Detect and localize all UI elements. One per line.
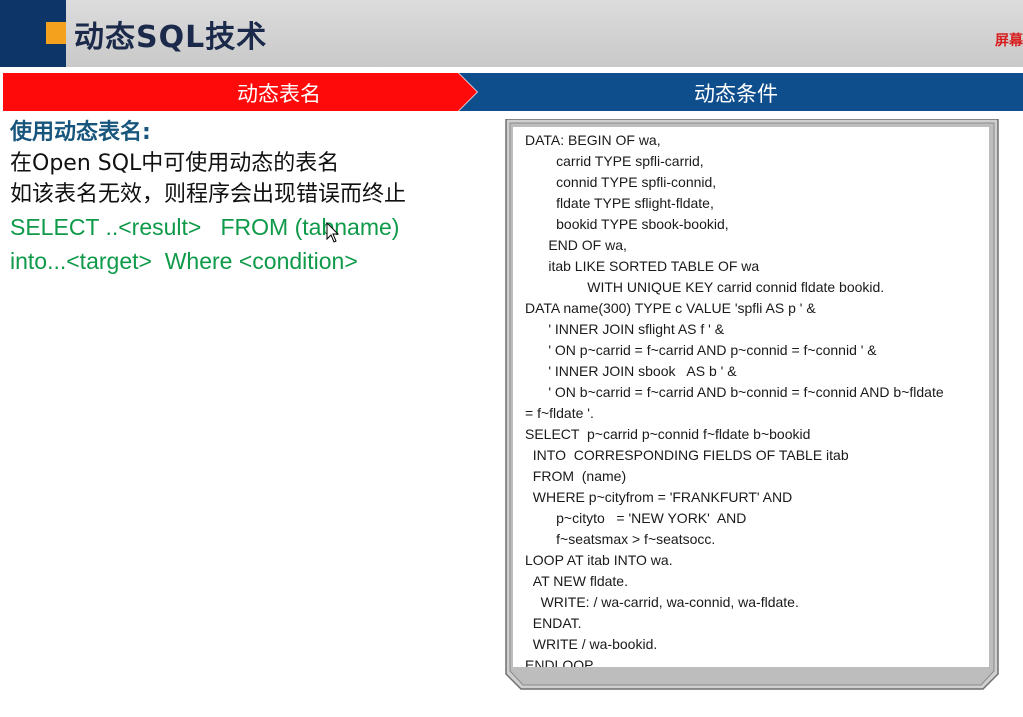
page-title: 动态SQL技术	[74, 20, 268, 55]
syntax-line: SELECT ..<result> FROM (tabname)	[10, 214, 400, 240]
code-window[interactable]: DATA: BEGIN OF wa, carrid TYPE spfli-car…	[513, 127, 989, 667]
code-line: bookid TYPE sbook-bookid,	[525, 216, 729, 232]
code-line: ' ON p~carrid = f~carrid AND p~connid = …	[525, 342, 877, 358]
abap-code: DATA: BEGIN OF wa, carrid TYPE spfli-car…	[513, 127, 989, 667]
code-line: ENDAT.	[525, 615, 582, 631]
code-line: f~seatsmax > f~seatsocc.	[525, 531, 716, 547]
text-line: 在Open SQL中可使用动态的表名	[10, 151, 340, 176]
tab-bar: 动态表名 动态条件	[0, 73, 1023, 111]
code-line: ' INNER JOIN sbook AS b ' &	[525, 363, 737, 379]
code-line: itab LIKE SORTED TABLE OF wa	[525, 258, 760, 274]
code-panel: DATA: BEGIN OF wa, carrid TYPE spfli-car…	[503, 119, 1001, 690]
code-line: connid TYPE spfli-connid,	[525, 174, 717, 190]
tab-dynamic-table-name[interactable]: 动态表名	[237, 78, 321, 108]
code-line: p~cityto = 'NEW YORK' AND	[525, 510, 747, 526]
code-line: FROM (name)	[525, 468, 627, 484]
code-line: INTO CORRESPONDING FIELDS OF TABLE itab	[525, 447, 849, 463]
code-line: carrid TYPE spfli-carrid,	[525, 153, 704, 169]
code-line: WRITE: / wa-carrid, wa-connid, wa-fldate…	[525, 594, 799, 610]
code-line: WRITE / wa-bookid.	[525, 636, 658, 652]
code-line: LOOP AT itab INTO wa.	[525, 552, 673, 568]
mouse-pointer-icon	[326, 221, 340, 248]
content-left: 使用动态表名: 在Open SQL中可使用动态的表名 如该表名无效，则程序会出现…	[10, 118, 490, 278]
code-line: WHERE p~cityfrom = 'FRANKFURT' AND	[525, 489, 793, 505]
code-line: ENDLOOP.	[525, 657, 596, 667]
code-line: WITH UNIQUE KEY carrid connid fldate boo…	[525, 279, 885, 295]
syntax-line: into...<target> Where <condition>	[10, 248, 358, 274]
header-corner-text: 屏幕	[995, 33, 1023, 49]
tab-dynamic-condition[interactable]: 动态条件	[694, 78, 778, 108]
code-line: DATA name(300) TYPE c VALUE 'spfli AS p …	[525, 300, 816, 316]
header-orange-square	[46, 22, 66, 44]
code-line: ' ON b~carrid = f~carrid AND b~connid = …	[525, 384, 944, 400]
code-line: AT NEW fldate.	[525, 573, 628, 589]
code-line: SELECT p~carrid p~connid f~fldate b~book…	[525, 426, 811, 442]
code-line: ' INNER JOIN sflight AS f ' &	[525, 321, 725, 337]
section-heading: 使用动态表名:	[10, 120, 151, 145]
code-line: = f~fldate '.	[525, 405, 594, 421]
slide-header: 动态SQL技术 屏幕	[0, 0, 1023, 67]
code-line: END OF wa,	[525, 237, 627, 253]
code-line: DATA: BEGIN OF wa,	[525, 132, 661, 148]
text-line: 如该表名无效，则程序会出现错误而终止	[10, 182, 407, 207]
code-line: fldate TYPE sflight-fldate,	[525, 195, 714, 211]
